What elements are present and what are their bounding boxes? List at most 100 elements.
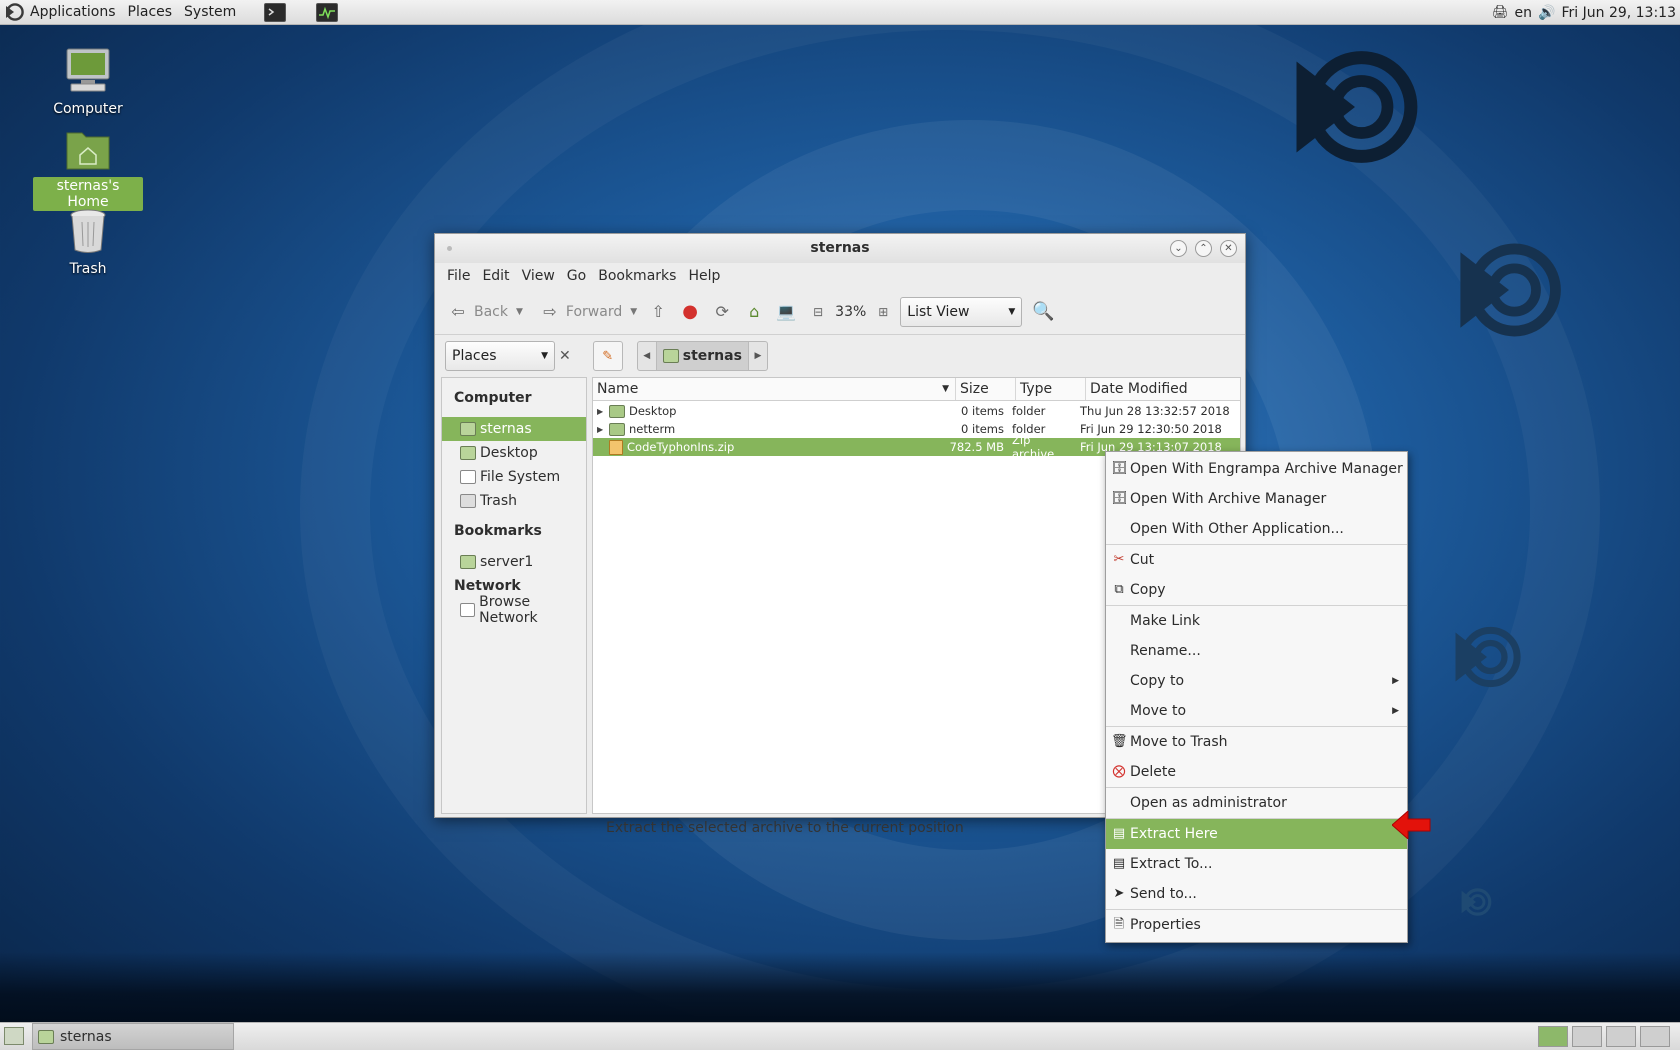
menu-item-label: Properties	[1130, 917, 1201, 933]
back-history-dropdown[interactable]: ▼	[512, 307, 527, 317]
up-arrow-icon[interactable]: ⇧	[647, 301, 669, 323]
menu-item-label: Extract To...	[1130, 856, 1213, 872]
home-folder-icon	[38, 1029, 54, 1044]
column-header-type[interactable]: Type	[1016, 378, 1086, 400]
home-icon[interactable]: ⌂	[743, 301, 765, 323]
side-pane-select[interactable]: Places ▼	[445, 341, 555, 371]
menu-item-copy[interactable]: ⧉ Copy	[1106, 575, 1407, 605]
folder-icon	[609, 422, 625, 436]
desktop-icon-home[interactable]: sternas's Home	[33, 127, 143, 211]
menu-logo-icon[interactable]	[4, 2, 24, 22]
menu-item-label: Open With Engrampa Archive Manager	[1130, 461, 1403, 477]
menu-file[interactable]: File	[441, 268, 476, 284]
terminal-launcher-icon[interactable]	[264, 2, 287, 22]
network-icon[interactable]: 🖨	[1492, 5, 1509, 20]
menu-item-label: Open With Other Application...	[1130, 521, 1344, 537]
file-date: Thu Jun 28 13:32:57 2018	[1080, 404, 1230, 418]
taskbar-window-button[interactable]: sternas	[32, 1023, 234, 1050]
sidebar-item-browse-network[interactable]: Browse Network	[442, 594, 586, 626]
sidebar-heading-computer: Computer	[454, 390, 532, 406]
menu-item-extract-to[interactable]: ▤ Extract To...	[1106, 849, 1407, 879]
file-list-header: Name ▼ Size Type Date Modified	[593, 378, 1240, 401]
forward-history-dropdown[interactable]: ▼	[626, 307, 641, 317]
menu-item-copy-to[interactable]: Copy to ▶	[1106, 666, 1407, 696]
keyboard-layout[interactable]: en	[1515, 5, 1533, 21]
volume-icon[interactable]: 🔊	[1538, 5, 1555, 21]
title-bar[interactable]: sternas ⌄ ⌃ ✕	[435, 234, 1245, 263]
file-name: CodeTyphonIns.zip	[627, 440, 735, 454]
sidebar-item-file-system[interactable]: File System	[442, 465, 586, 489]
folder-icon	[609, 404, 625, 418]
back-button[interactable]: ⇦ Back	[443, 301, 512, 323]
expand-arrow-icon[interactable]: ▶	[597, 407, 605, 416]
view-mode-select[interactable]: List View ▼	[900, 296, 1023, 327]
menu-item-move-to-trash[interactable]: 🗑 Move to Trash	[1106, 727, 1407, 757]
workspace-3[interactable]	[1606, 1026, 1636, 1047]
archive-manager-icon: 🗄	[1111, 491, 1128, 506]
applications-menu[interactable]: Applications	[24, 4, 122, 20]
system-menu[interactable]: System	[178, 4, 242, 20]
minimize-button[interactable]: ⌄	[1170, 240, 1187, 257]
column-header-date[interactable]: Date Modified	[1086, 378, 1240, 400]
workspace-1[interactable]	[1538, 1026, 1568, 1047]
table-row[interactable]: ▶ Desktop 0 items folder Thu Jun 28 13:32…	[593, 402, 1240, 420]
menu-item-rename[interactable]: Rename...	[1106, 636, 1407, 666]
table-row[interactable]: ▶ netterm 0 items folder Fri Jun 29 12:30…	[593, 420, 1240, 438]
menu-item-make-link[interactable]: Make Link	[1106, 606, 1407, 636]
stop-icon[interactable]: ●	[679, 301, 701, 323]
computer-icon[interactable]: 💻	[775, 301, 797, 323]
sidebar-item-server1[interactable]: server1	[442, 550, 586, 574]
path-scroll-right-icon[interactable]: ▶	[749, 351, 767, 361]
menu-help[interactable]: Help	[682, 268, 726, 284]
workspace-4[interactable]	[1640, 1026, 1670, 1047]
trash-icon	[70, 209, 106, 253]
zoom-out-icon[interactable]: ⊟	[807, 301, 829, 323]
menu-item-open-other-app[interactable]: Open With Other Application...	[1106, 514, 1407, 544]
menu-item-open-archive-manager[interactable]: 🗄 Open With Archive Manager	[1106, 484, 1407, 514]
path-crumb-home[interactable]: sternas	[655, 342, 749, 370]
column-header-name[interactable]: Name ▼	[593, 378, 956, 400]
back-arrow-icon: ⇦	[451, 302, 465, 321]
menu-item-open-engrampa[interactable]: 🗄 Open With Engrampa Archive Manager	[1106, 454, 1407, 484]
close-button[interactable]: ✕	[1220, 240, 1237, 257]
desktop-icon-trash[interactable]: Trash	[33, 208, 143, 278]
sidebar-item-desktop[interactable]: Desktop	[442, 441, 586, 465]
zoom-level: 33%	[835, 303, 867, 320]
file-name: netterm	[629, 422, 676, 436]
view-mode-value: List View	[907, 303, 970, 320]
extract-icon: ▤	[1112, 826, 1126, 841]
sidebar-item-sternas[interactable]: sternas	[442, 417, 586, 441]
reload-icon[interactable]: ⟳	[711, 301, 733, 323]
menu-item-properties[interactable]: 🗎 Properties	[1106, 910, 1407, 940]
menu-item-cut[interactable]: ✂ Cut	[1106, 545, 1407, 575]
menu-edit[interactable]: Edit	[476, 268, 515, 284]
menu-bookmarks[interactable]: Bookmarks	[592, 268, 682, 284]
workspace-2[interactable]	[1572, 1026, 1602, 1047]
menu-item-open-as-admin[interactable]: Open as administrator	[1106, 788, 1407, 818]
path-scroll-left-icon[interactable]: ◀	[638, 351, 656, 361]
close-side-pane-icon[interactable]: ✕	[559, 348, 571, 364]
menu-item-move-to[interactable]: Move to ▶	[1106, 696, 1407, 726]
expand-arrow-icon[interactable]: ▶	[597, 425, 605, 434]
clock[interactable]: Fri Jun 29, 13:13	[1561, 5, 1676, 21]
menu-item-label: Delete	[1130, 764, 1176, 780]
menu-view[interactable]: View	[516, 268, 561, 284]
column-header-size[interactable]: Size	[956, 378, 1016, 400]
places-menu[interactable]: Places	[122, 4, 179, 20]
properties-icon: 🗎	[1113, 917, 1125, 932]
menu-item-extract-here[interactable]: ▤ Extract Here	[1106, 819, 1407, 849]
forward-button[interactable]: ⇨ Forward	[535, 301, 626, 323]
show-desktop-icon[interactable]	[4, 1027, 24, 1045]
column-name-label: Name	[597, 381, 639, 397]
desktop-icon-computer[interactable]: Computer	[33, 46, 143, 118]
maximize-button[interactable]: ⌃	[1195, 240, 1212, 257]
zoom-in-icon[interactable]: ⊞	[872, 301, 894, 323]
system-monitor-launcher-icon[interactable]	[316, 2, 339, 22]
sidebar-item-trash[interactable]: Trash	[442, 489, 586, 513]
menu-item-send-to[interactable]: ➤ Send to...	[1106, 879, 1407, 909]
menu-item-delete[interactable]: ⨂ Delete	[1106, 757, 1407, 787]
menu-go[interactable]: Go	[561, 268, 592, 284]
sort-descending-icon: ▼	[942, 384, 949, 394]
search-icon[interactable]: 🔍	[1032, 301, 1054, 323]
edit-location-icon[interactable]: ✎	[592, 341, 623, 371]
